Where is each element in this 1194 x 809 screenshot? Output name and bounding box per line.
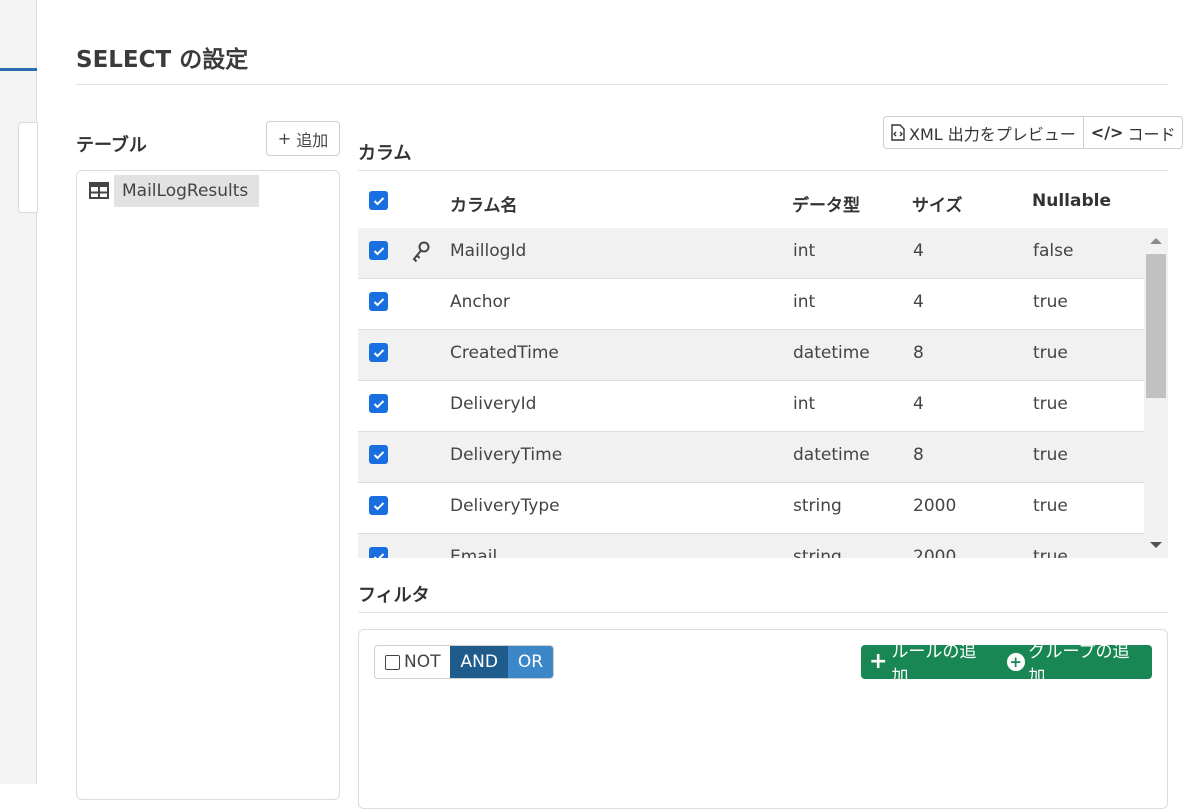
row-checkbox[interactable] xyxy=(369,445,388,464)
header-column-name[interactable]: カラム名 xyxy=(450,191,518,216)
checkbox-icon xyxy=(385,654,400,670)
table-row[interactable]: CreatedTime datetime 8 true xyxy=(358,330,1144,381)
table-row[interactable]: DeliveryType string 2000 true xyxy=(358,483,1144,534)
or-button[interactable]: OR xyxy=(507,646,554,678)
cell-nullable: true xyxy=(1033,343,1068,363)
and-button[interactable]: AND xyxy=(450,646,508,678)
add-group-label: グループの追加 xyxy=(1028,642,1130,687)
grid-header: カラム名 データ型 サイズ Nullable xyxy=(358,177,1168,227)
left-rail xyxy=(0,0,38,784)
cell-size: 4 xyxy=(913,241,924,261)
not-toggle[interactable]: NOT xyxy=(375,646,451,678)
row-checkbox[interactable] xyxy=(369,547,388,558)
table-icon xyxy=(89,182,109,199)
add-group-button[interactable]: + グループの追加 xyxy=(999,637,1152,687)
table-row[interactable]: Email string 2000 true xyxy=(358,534,1144,558)
columns-heading: カラム xyxy=(358,143,412,164)
title-divider xyxy=(76,84,1168,85)
tables-panel xyxy=(76,170,340,800)
cell-nullable: true xyxy=(1033,445,1068,465)
cell-column-name: CreatedTime xyxy=(450,343,559,363)
cell-size: 8 xyxy=(913,343,924,363)
grid-scrollbar[interactable] xyxy=(1144,228,1168,558)
table-item-maillogresults[interactable]: MailLogResults xyxy=(114,175,259,207)
header-data-type[interactable]: データ型 xyxy=(792,191,860,216)
not-label: NOT xyxy=(404,652,441,672)
check-icon xyxy=(373,501,384,510)
check-icon xyxy=(373,552,384,558)
cell-data-type: string xyxy=(793,547,842,558)
cell-data-type: int xyxy=(793,292,816,312)
check-icon xyxy=(373,196,384,205)
table-row[interactable]: DeliveryTime datetime 8 true xyxy=(358,432,1144,483)
columns-toolbar: XML 出力をプレビュー </> コード xyxy=(883,116,1184,149)
code-label: コード xyxy=(1127,124,1176,144)
cell-data-type: datetime xyxy=(793,445,870,465)
cell-column-name: MaillogId xyxy=(450,241,527,261)
check-icon xyxy=(373,348,384,357)
tables-heading: テーブル xyxy=(76,135,147,156)
table-row[interactable]: MaillogId int 4 false xyxy=(358,228,1144,279)
cell-data-type: int xyxy=(793,241,816,261)
code-button[interactable]: </> コード xyxy=(1082,117,1183,148)
check-icon xyxy=(373,246,384,255)
header-nullable[interactable]: Nullable xyxy=(1032,191,1111,211)
add-table-label: 追加 xyxy=(296,130,329,150)
row-checkbox[interactable] xyxy=(369,496,388,515)
cell-nullable: false xyxy=(1033,241,1074,261)
cell-data-type: string xyxy=(793,496,842,516)
filter-heading: フィルタ xyxy=(358,585,430,606)
cell-nullable: true xyxy=(1033,547,1068,558)
row-checkbox[interactable] xyxy=(369,292,388,311)
check-icon xyxy=(373,399,384,408)
logic-toggle-group: NOT AND OR xyxy=(374,645,555,679)
side-card[interactable] xyxy=(18,122,38,213)
cell-column-name: DeliveryTime xyxy=(450,445,563,465)
cell-column-name: Email xyxy=(450,547,498,558)
columns-grid: MaillogId int 4 false Anchor int 4 true CreatedT… xyxy=(358,228,1144,558)
columns-divider xyxy=(358,170,1168,171)
plus-circle-icon: + xyxy=(1006,653,1025,671)
xml-preview-label: XML 出力をプレビュー xyxy=(909,124,1076,144)
check-icon xyxy=(373,450,384,459)
plus-icon: + xyxy=(869,649,888,674)
cell-size: 2000 xyxy=(913,496,957,516)
code-icon: </> xyxy=(1090,123,1124,142)
scroll-up-icon[interactable] xyxy=(1150,238,1162,244)
add-rule-label: ルールの追加 xyxy=(891,642,977,687)
row-checkbox[interactable] xyxy=(369,343,388,362)
count-badge: 0 xyxy=(0,0,1194,19)
xml-preview-button[interactable]: XML 出力をプレビュー xyxy=(884,117,1083,148)
cell-column-name: DeliveryId xyxy=(450,394,537,414)
table-row[interactable]: DeliveryId int 4 true xyxy=(358,381,1144,432)
cell-column-name: Anchor xyxy=(450,292,510,312)
cell-size: 8 xyxy=(913,445,924,465)
page-title: SELECT の設定 xyxy=(76,47,249,73)
active-tab-indicator xyxy=(0,68,37,71)
cell-nullable: true xyxy=(1033,394,1068,414)
cell-column-name: DeliveryType xyxy=(450,496,560,516)
scroll-thumb[interactable] xyxy=(1146,254,1166,398)
cell-size: 4 xyxy=(913,292,924,312)
select-all-checkbox[interactable] xyxy=(369,191,388,210)
filter-actions: + ルールの追加 + グループの追加 xyxy=(861,642,1152,687)
row-checkbox[interactable] xyxy=(369,394,388,413)
row-checkbox[interactable] xyxy=(369,241,388,260)
cell-nullable: true xyxy=(1033,496,1068,516)
add-table-button[interactable]: + 追加 xyxy=(266,121,340,156)
cell-data-type: datetime xyxy=(793,343,870,363)
file-code-icon xyxy=(891,124,905,141)
cell-size: 4 xyxy=(913,394,924,414)
scroll-down-icon[interactable] xyxy=(1150,542,1162,548)
cell-data-type: int xyxy=(793,394,816,414)
cell-size: 2000 xyxy=(913,547,957,558)
plus-icon: + xyxy=(277,129,292,148)
check-icon xyxy=(373,297,384,306)
table-row[interactable]: Anchor int 4 true xyxy=(358,279,1144,330)
filter-divider xyxy=(358,612,1168,613)
key-icon xyxy=(412,241,430,263)
add-rule-button[interactable]: + ルールの追加 xyxy=(861,637,999,687)
header-size[interactable]: サイズ xyxy=(912,191,963,216)
cell-nullable: true xyxy=(1033,292,1068,312)
